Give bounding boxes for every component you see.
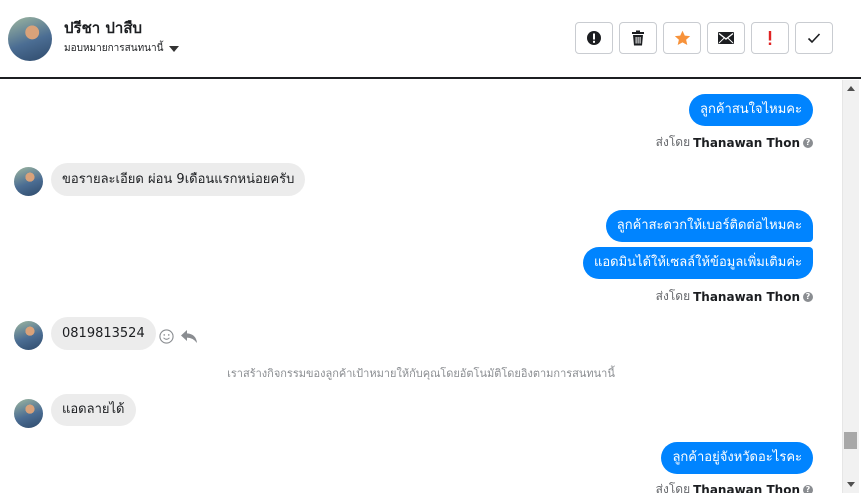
sent-by-agent: Thanawan Thon: [693, 289, 800, 304]
sent-by-prefix: ส่งโดย: [655, 482, 691, 493]
caret-down-icon: [169, 45, 180, 52]
help-icon[interactable]: ?: [803, 484, 813, 493]
message-incoming[interactable]: ขอรายละเอียด ผ่อน 9เดือนแรกหน่อยครับ: [51, 163, 306, 196]
contact-avatar[interactable]: [8, 17, 52, 61]
message-outgoing[interactable]: แอดมินได้ให้เซลล์ให้ข้อมูลเพิ่มเติมค่ะ: [582, 247, 813, 279]
envelope-icon: [718, 32, 734, 44]
sent-by-prefix: ส่งโดย: [655, 135, 691, 149]
trash-icon: [632, 30, 644, 46]
delete-button[interactable]: [619, 22, 657, 54]
message-incoming[interactable]: 0819813524: [51, 317, 156, 350]
vertical-scrollbar[interactable]: [842, 80, 859, 493]
sent-by-label: ส่งโดย Thanawan Thon ?: [656, 133, 813, 152]
sent-by-agent: Thanawan Thon: [693, 482, 800, 493]
check-icon: [807, 33, 821, 44]
sent-by-agent: Thanawan Thon: [693, 135, 800, 150]
contact-avatar-small: [14, 321, 43, 350]
message-actions: [159, 329, 198, 344]
sent-by-prefix: ส่งโดย: [655, 289, 691, 303]
contact-name[interactable]: ปรีชา ปาสืบ: [64, 16, 142, 40]
assign-conversation-dropdown[interactable]: มอบหมายการสนทนานี้: [64, 41, 180, 56]
help-icon[interactable]: ?: [803, 137, 813, 148]
star-icon: [674, 30, 690, 46]
star-button[interactable]: [663, 22, 701, 54]
sent-by-label: ส่งโดย Thanawan Thon ?: [656, 480, 813, 493]
mark-unread-button[interactable]: [707, 22, 745, 54]
follow-up-button[interactable]: [751, 22, 789, 54]
mark-done-button[interactable]: [795, 22, 833, 54]
reply-icon[interactable]: [180, 329, 198, 344]
scroll-up-arrow-icon[interactable]: [847, 86, 855, 91]
conversation-header: ปรีชา ปาสืบ มอบหมายการสนทนานี้: [0, 0, 861, 79]
contact-avatar-small: [14, 399, 43, 428]
conversation-toolbar: [575, 22, 833, 54]
message-incoming[interactable]: แอดลายได้: [51, 394, 136, 426]
emoji-icon[interactable]: [159, 329, 174, 344]
alert-circle-icon: [587, 31, 601, 45]
exclamation-icon: [768, 31, 772, 45]
message-outgoing[interactable]: ลูกค้าสนใจไหมคะ: [689, 94, 813, 126]
scroll-down-arrow-icon[interactable]: [847, 482, 855, 487]
sent-by-label: ส่งโดย Thanawan Thon ?: [656, 287, 813, 306]
help-icon[interactable]: ?: [803, 291, 813, 302]
message-thread[interactable]: ลูกค้าสนใจไหมคะ ส่งโดย Thanawan Thon ? ข…: [0, 80, 842, 493]
contact-avatar-small: [14, 167, 43, 196]
message-outgoing[interactable]: ลูกค้าอยู่จังหวัดอะไรคะ: [661, 442, 813, 474]
mark-spam-button[interactable]: [575, 22, 613, 54]
assign-label: มอบหมายการสนทนานี้: [64, 43, 164, 54]
scrollbar-thumb[interactable]: [844, 432, 857, 449]
system-note: เราสร้างกิจกรรมของลูกค้าเป้าหมายให้กับคุ…: [227, 367, 615, 380]
message-outgoing[interactable]: ลูกค้าสะดวกให้เบอร์ติดต่อไหมคะ: [605, 210, 813, 242]
